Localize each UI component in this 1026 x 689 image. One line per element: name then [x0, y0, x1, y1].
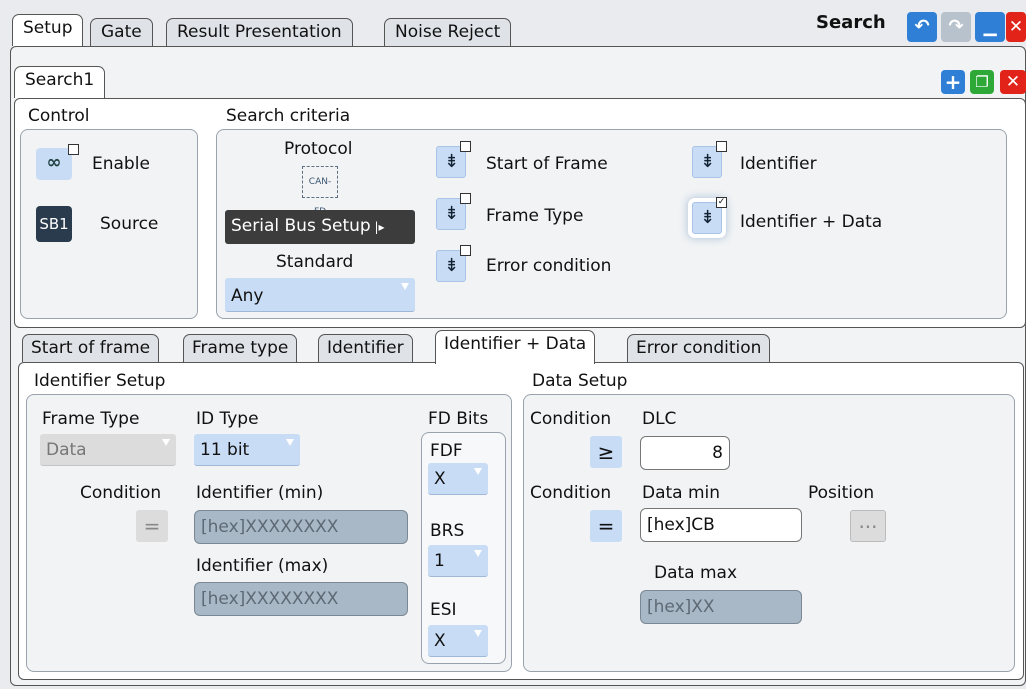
- minimize-icon[interactable]: ▁: [975, 12, 1005, 42]
- trigger-icon: ⇟: [444, 255, 460, 276]
- data-max-label: Data max: [654, 563, 738, 583]
- control-title: Control: [28, 106, 90, 126]
- tab-search1[interactable]: Search1: [14, 66, 106, 98]
- redo-icon[interactable]: ↷: [941, 12, 971, 42]
- tab-start-of-frame[interactable]: Start of frame: [22, 334, 160, 362]
- trigger-icon: ⇟: [700, 207, 716, 228]
- error-condition-checkbox: [460, 245, 471, 256]
- frame-type-checkbox: [460, 193, 471, 204]
- position-label: Position: [808, 483, 875, 503]
- frame-type-dropdown[interactable]: Data: [40, 434, 176, 466]
- start-of-frame-checkbox: [460, 141, 471, 152]
- tab-frame-type[interactable]: Frame type: [183, 334, 298, 362]
- identifier-data-toggle[interactable]: ⇟ ✓: [692, 197, 727, 234]
- protocol-icon: CAN-FD: [302, 166, 338, 217]
- tab-identifier[interactable]: Identifier: [318, 334, 413, 362]
- error-condition-label: Error condition: [486, 256, 612, 276]
- enable-checkbox: [68, 144, 79, 155]
- id-type-label: ID Type: [196, 409, 259, 429]
- enable-icon: ∞: [36, 148, 72, 180]
- menu-arrow-icon: |▸: [370, 220, 385, 234]
- frame-type-label: Frame Type: [486, 206, 584, 226]
- criteria-title: Search criteria: [226, 106, 351, 126]
- data-min-label: Data min: [642, 483, 721, 503]
- enable-button[interactable]: ∞ Enable: [36, 144, 186, 184]
- identifier-data-checkbox: ✓: [716, 197, 727, 208]
- add-icon[interactable]: +: [941, 70, 965, 94]
- identifier-data-label: Identifier + Data: [740, 212, 883, 232]
- dlc-label: DLC: [642, 409, 677, 429]
- identifier-min-label: Identifier (min): [196, 483, 324, 503]
- identifier-label: Identifier: [740, 154, 817, 174]
- data-max-field[interactable]: [hex]XX: [640, 590, 802, 624]
- id-type-dropdown[interactable]: 11 bit: [194, 434, 300, 466]
- protocol-label: Protocol: [284, 139, 353, 159]
- data-setup-title: Data Setup: [532, 371, 628, 391]
- identifier-condition-button[interactable]: =: [136, 510, 168, 542]
- dlc-condition-label: Condition: [530, 409, 612, 429]
- search-dialog: { "window": { "title": "Search" }, "top_…: [0, 0, 1026, 689]
- fdf-label: FDF: [430, 441, 463, 461]
- identifier-min-field[interactable]: [hex]XXXXXXXX: [194, 510, 408, 544]
- tab-result-presentation[interactable]: Result Presentation: [166, 18, 353, 46]
- data-min-field[interactable]: [hex]CB: [640, 508, 802, 542]
- error-condition-toggle[interactable]: ⇟: [436, 245, 471, 282]
- identifier-condition-label: Condition: [80, 483, 162, 503]
- data-condition-label: Condition: [530, 483, 612, 503]
- brs-label: BRS: [430, 521, 465, 541]
- dlc-field[interactable]: 8: [640, 436, 730, 470]
- enable-label: Enable: [92, 154, 150, 174]
- brs-dropdown[interactable]: 1: [428, 545, 488, 577]
- start-of-frame-label: Start of Frame: [486, 154, 608, 174]
- tab-setup[interactable]: Setup: [12, 14, 84, 46]
- tab-noise-reject[interactable]: Noise Reject: [384, 18, 512, 46]
- standard-dropdown[interactable]: Any: [225, 278, 415, 312]
- delete-icon[interactable]: ✕: [1000, 70, 1026, 94]
- standard-label: Standard: [276, 252, 354, 272]
- frame-type-field-label: Frame Type: [42, 409, 140, 429]
- identifier-checkbox: [716, 141, 727, 152]
- copy-icon[interactable]: ❐: [970, 70, 994, 94]
- tab-error-condition[interactable]: Error condition: [627, 334, 771, 362]
- fd-bits-label: FD Bits: [428, 409, 489, 429]
- close-icon[interactable]: ✕: [1006, 12, 1026, 42]
- tab-gate[interactable]: Gate: [90, 18, 153, 46]
- identifier-setup-title: Identifier Setup: [34, 371, 166, 391]
- source-label: Source: [100, 214, 159, 234]
- tab-identifier-data[interactable]: Identifier + Data: [435, 330, 596, 364]
- identifier-max-label: Identifier (max): [196, 556, 329, 576]
- window-title: Search: [816, 12, 886, 33]
- identifier-toggle[interactable]: ⇟: [692, 141, 727, 178]
- esi-dropdown[interactable]: X: [428, 625, 488, 657]
- esi-label: ESI: [430, 600, 457, 620]
- identifier-max-field[interactable]: [hex]XXXXXXXX: [194, 582, 408, 616]
- dlc-condition-button[interactable]: ≥: [590, 436, 622, 468]
- fdf-dropdown[interactable]: X: [428, 463, 488, 495]
- source-icon: SB1: [36, 206, 72, 242]
- data-condition-button[interactable]: =: [590, 510, 622, 542]
- position-button[interactable]: ···: [850, 510, 886, 542]
- serial-bus-setup-button[interactable]: Serial Bus Setup |▸: [225, 210, 415, 244]
- start-of-frame-toggle[interactable]: ⇟: [436, 141, 471, 178]
- source-button[interactable]: SB1 Source: [36, 204, 186, 244]
- frame-type-toggle[interactable]: ⇟: [436, 193, 471, 230]
- trigger-icon: ⇟: [700, 151, 716, 172]
- trigger-icon: ⇟: [444, 203, 460, 224]
- undo-icon[interactable]: ↶: [907, 12, 937, 42]
- trigger-icon: ⇟: [444, 151, 460, 172]
